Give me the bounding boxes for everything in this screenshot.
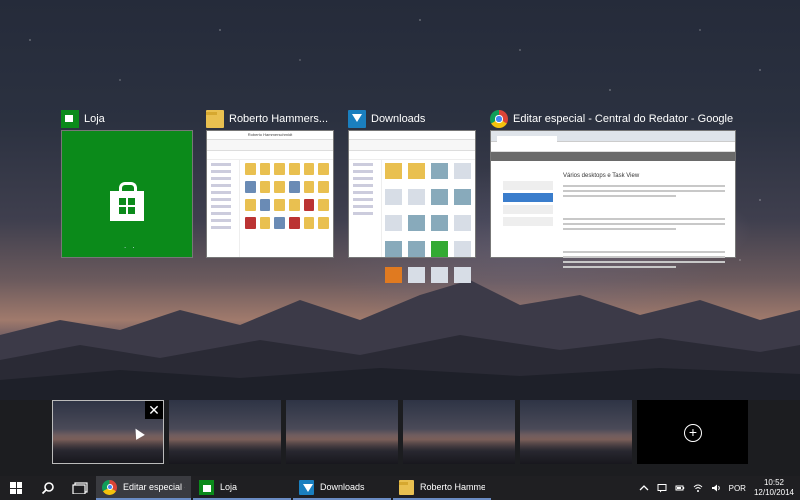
taskbar-app-label: Roberto Hammer... bbox=[420, 482, 485, 492]
window-thumbnail[interactable]: Vários desktops e Task View bbox=[490, 130, 736, 268]
window-explorer-user[interactable]: Roberto Hammers... Roberto Hammerschmidt bbox=[206, 108, 334, 258]
desktop-thumbnail-2[interactable] bbox=[169, 400, 281, 464]
volume-icon[interactable] bbox=[711, 483, 721, 493]
window-title: Roberto Hammers... bbox=[229, 113, 329, 125]
desktop-thumbnail-4[interactable] bbox=[403, 400, 515, 464]
taskbar-app-chrome[interactable]: Editar especial - C... bbox=[96, 476, 191, 500]
site-nav-bar bbox=[491, 152, 735, 161]
taskbar: Editar especial - C... Loja Downloads Ro… bbox=[0, 476, 800, 500]
taskbar-app-explorer[interactable]: Roberto Hammer... bbox=[393, 476, 491, 500]
window-header: Roberto Hammers... bbox=[206, 108, 334, 130]
explorer-ribbon bbox=[349, 140, 475, 151]
start-button[interactable] bbox=[0, 476, 32, 500]
window-downloads[interactable]: Downloads bbox=[348, 108, 476, 283]
desktop-thumbnail-5[interactable] bbox=[520, 400, 632, 464]
folder-icon bbox=[206, 110, 224, 128]
windows-logo-icon bbox=[10, 482, 22, 494]
clock-date: 12/10/2014 bbox=[753, 488, 794, 497]
taskbar-app-store[interactable]: Loja bbox=[193, 476, 291, 500]
loading-dots: . . bbox=[124, 241, 137, 250]
explorer-nav-pane bbox=[349, 159, 382, 257]
explorer-ribbon bbox=[207, 140, 333, 151]
search-icon bbox=[41, 482, 54, 495]
folder-icon bbox=[399, 479, 414, 495]
add-desktop-button[interactable]: + bbox=[637, 400, 748, 464]
downloads-folder-icon bbox=[348, 110, 366, 128]
task-view-icon bbox=[72, 482, 88, 494]
system-tray: POR 10:52 12/10/2014 bbox=[639, 476, 794, 500]
store-icon bbox=[199, 479, 214, 495]
browser-tab-strip bbox=[491, 131, 735, 144]
virtual-desktops-bar: ✕ + bbox=[0, 400, 800, 476]
taskbar-app-downloads[interactable]: Downloads bbox=[293, 476, 391, 500]
window-thumbnail[interactable] bbox=[348, 130, 476, 283]
explorer-title-bar: Roberto Hammerschmidt bbox=[207, 131, 333, 140]
window-store[interactable]: Loja . . bbox=[61, 108, 193, 258]
window-chrome[interactable]: Editar especial - Central do Redator - G… bbox=[490, 108, 736, 268]
taskbar-app-label: Downloads bbox=[320, 482, 365, 492]
downloads-file-grid bbox=[385, 163, 471, 283]
desktop-thumbnail-1[interactable]: ✕ bbox=[52, 400, 164, 464]
clock[interactable]: 10:52 12/10/2014 bbox=[754, 478, 794, 498]
chrome-icon bbox=[102, 479, 117, 495]
battery-icon[interactable] bbox=[675, 483, 685, 493]
window-thumbnail[interactable]: . . bbox=[61, 130, 193, 258]
plus-icon: + bbox=[684, 424, 702, 442]
window-title: Editar especial - Central do Redator - G… bbox=[513, 113, 736, 125]
explorer-file-grid bbox=[245, 163, 329, 229]
taskbar-app-label: Loja bbox=[220, 482, 238, 492]
article-editor: Vários desktops e Task View bbox=[563, 173, 725, 271]
desktop-thumbnail-3[interactable] bbox=[286, 400, 398, 464]
input-language[interactable]: POR bbox=[729, 484, 746, 493]
chrome-icon bbox=[490, 110, 508, 128]
window-header: Loja bbox=[61, 108, 193, 130]
search-button[interactable] bbox=[32, 476, 64, 500]
close-desktop-button[interactable]: ✕ bbox=[145, 401, 163, 419]
network-icon[interactable] bbox=[693, 483, 703, 493]
window-header: Editar especial - Central do Redator - G… bbox=[490, 108, 736, 130]
task-view-button[interactable] bbox=[64, 476, 96, 500]
window-header: Downloads bbox=[348, 108, 476, 130]
downloads-folder-icon bbox=[299, 479, 314, 495]
notification-icon[interactable] bbox=[657, 483, 667, 493]
explorer-title-bar bbox=[349, 131, 475, 140]
chevron-up-icon[interactable] bbox=[639, 483, 649, 493]
window-title: Downloads bbox=[371, 113, 426, 125]
explorer-nav-pane bbox=[207, 159, 240, 257]
store-bag-logo-icon bbox=[110, 182, 144, 221]
store-icon bbox=[61, 110, 79, 128]
editor-sidebar bbox=[503, 181, 553, 229]
window-thumbnail[interactable]: Roberto Hammerschmidt bbox=[206, 130, 334, 258]
article-heading: Vários desktops e Task View bbox=[563, 173, 640, 179]
clock-time: 10:52 bbox=[763, 478, 784, 487]
window-title: Loja bbox=[84, 113, 105, 125]
taskbar-app-label: Editar especial - C... bbox=[123, 482, 185, 492]
